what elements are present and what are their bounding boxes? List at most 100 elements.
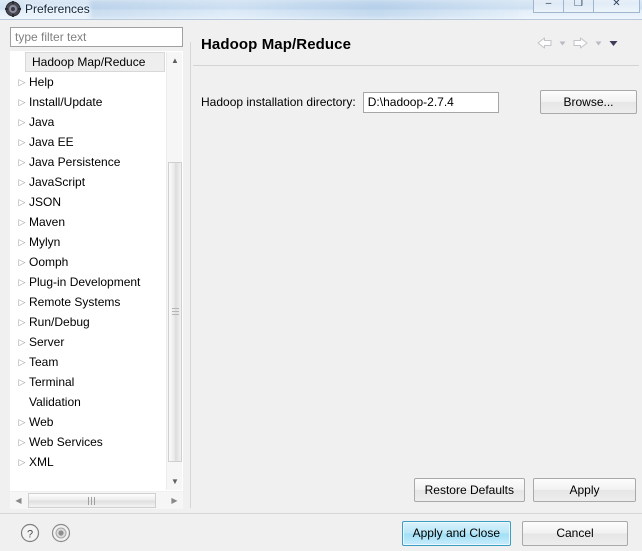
sidebar-item-label: Terminal	[29, 375, 75, 389]
hadoop-install-dir-field[interactable]	[362, 91, 499, 113]
scroll-right-arrow-icon[interactable]: ▶	[166, 492, 183, 509]
sidebar-item-plug-in-development[interactable]: ▷ Plug-in Development	[11, 272, 168, 292]
sidebar-item-mylyn[interactable]: ▷ Mylyn	[11, 232, 168, 252]
sidebar-item-maven[interactable]: ▷ Maven	[11, 212, 168, 232]
sidebar-item-java-persistence[interactable]: ▷ Java Persistence	[11, 152, 168, 172]
expand-arrow-icon[interactable]: ▷	[15, 352, 29, 372]
maximize-button[interactable]: ❐	[563, 0, 594, 13]
view-menu-caret-icon[interactable]	[608, 35, 618, 51]
back-dropdown-caret-icon[interactable]	[558, 35, 567, 51]
scrollbar-grip	[172, 308, 179, 316]
apply-button[interactable]: Apply	[533, 478, 636, 502]
close-button[interactable]: ✕	[593, 0, 640, 13]
sidebar-item-java-ee[interactable]: ▷ Java EE	[11, 132, 168, 152]
sidebar-item-json[interactable]: ▷ JSON	[11, 192, 168, 212]
hadoop-install-dir-row: Hadoop installation directory: Browse...	[201, 90, 637, 114]
sidebar-item-label: JSON	[29, 195, 62, 209]
expand-arrow-icon[interactable]: ▷	[15, 412, 29, 432]
close-glyph: ✕	[612, 0, 621, 9]
scroll-up-arrow-icon[interactable]: ▲	[167, 52, 182, 69]
vertical-scrollbar-thumb[interactable]	[168, 162, 182, 462]
dialog-footer: ? Apply and Close Cancel	[0, 514, 642, 551]
preferences-tree-items: Hadoop Map/Reduce ▷ Help ▷ Install/Update ▷ Ja…	[11, 52, 168, 490]
expand-arrow-icon[interactable]: ▷	[15, 172, 29, 192]
expand-arrow-icon[interactable]: ▷	[15, 452, 29, 472]
sidebar-item-label: Oomph	[29, 255, 69, 269]
sidebar-item-run-debug[interactable]: ▷ Run/Debug	[11, 312, 168, 332]
preferences-dialog-body: Hadoop Map/Reduce▷Help▷Install/Update▷Ja…	[0, 19, 642, 551]
horizontal-scrollbar-thumb[interactable]	[28, 493, 156, 508]
sidebar-item-label: Java Persistence	[29, 155, 121, 169]
sidebar-item-terminal[interactable]: ▷ Terminal	[11, 372, 168, 392]
expand-arrow-icon[interactable]: ▷	[15, 192, 29, 212]
back-arrow-icon[interactable]	[536, 35, 553, 51]
sidebar-item-label: Mylyn	[29, 235, 61, 249]
sidebar-item-xml[interactable]: ▷ XML	[11, 452, 168, 472]
sidebar-item-label: Help	[29, 75, 54, 89]
sidebar-item-label: Run/Debug	[29, 315, 90, 329]
expand-arrow-icon[interactable]: ▷	[15, 92, 29, 112]
expand-arrow-icon[interactable]: ▷	[15, 372, 29, 392]
record-circle-icon[interactable]	[50, 522, 72, 544]
footer-button-group: Apply and Close Cancel	[401, 521, 628, 546]
sidebar-item-label: Validation	[29, 395, 81, 409]
window-controls: – ❐ ✕	[533, 0, 640, 19]
preferences-icon	[5, 1, 21, 17]
sidebar-item-label: Team	[29, 355, 59, 369]
expand-arrow-icon[interactable]: ▷	[15, 112, 29, 132]
sidebar-item-label: Java EE	[29, 135, 74, 149]
sidebar-item-label: Server	[29, 335, 65, 349]
tree-vertical-scrollbar[interactable]: ▲ ▼	[166, 52, 182, 490]
sidebar-item-label: Install/Update	[29, 95, 103, 109]
expand-arrow-icon[interactable]: ▷	[15, 152, 29, 172]
expand-arrow-icon[interactable]: ▷	[15, 312, 29, 332]
preferences-page: Hadoop Map/Reduce Hadoop installation di…	[193, 23, 639, 508]
expand-arrow-icon[interactable]: ▷	[15, 292, 29, 312]
sidebar-item-team[interactable]: ▷ Team	[11, 352, 168, 372]
expand-arrow-icon[interactable]: ▷	[15, 272, 29, 292]
search-input[interactable]	[11, 28, 182, 46]
sidebar-item-server[interactable]: ▷ Server	[11, 332, 168, 352]
tree-horizontal-scrollbar[interactable]: ◀ ▶	[10, 492, 183, 509]
apply-and-close-button[interactable]: Apply and Close	[401, 521, 511, 546]
expand-arrow-icon[interactable]: ▷	[15, 212, 29, 232]
sidebar-item-web[interactable]: ▷ Web	[11, 412, 168, 432]
expand-arrow-icon[interactable]: ▷	[15, 72, 29, 92]
window-titlebar: Preferences – ❐ ✕	[0, 0, 642, 19]
page-title: Hadoop Map/Reduce	[201, 36, 352, 53]
window-title: Preferences	[25, 2, 90, 16]
sidebar-item-oomph[interactable]: ▷ Oomph	[11, 252, 168, 272]
sidebar-item-label: Maven	[29, 215, 66, 229]
sidebar-item-javascript[interactable]: ▷ JavaScript	[11, 172, 168, 192]
forward-arrow-icon[interactable]	[572, 35, 589, 51]
sidebar-item-label: Java	[29, 115, 55, 129]
expand-arrow-icon[interactable]: ▷	[15, 232, 29, 252]
page-title-separator	[193, 65, 639, 66]
sidebar-item-install-update[interactable]: ▷ Install/Update	[11, 92, 168, 112]
expand-arrow-icon[interactable]: ▷	[15, 332, 29, 352]
sidebar-item-validation[interactable]: ▷Validation	[11, 392, 168, 412]
hadoop-install-dir-input[interactable]	[363, 92, 498, 112]
browse-button[interactable]: Browse...	[540, 90, 637, 114]
scroll-left-arrow-icon[interactable]: ◀	[10, 492, 27, 509]
sidebar-item-remote-systems[interactable]: ▷ Remote Systems	[11, 292, 168, 312]
forward-dropdown-caret-icon[interactable]	[594, 35, 603, 51]
sidebar-item-help[interactable]: ▷ Help	[11, 72, 168, 92]
scroll-down-arrow-icon[interactable]: ▼	[167, 473, 182, 490]
filter-box[interactable]	[10, 27, 183, 47]
sidebar-item-hadoop-map-reduce[interactable]: Hadoop Map/Reduce	[25, 52, 165, 72]
restore-defaults-button[interactable]: Restore Defaults	[413, 478, 525, 502]
sidebar-item-web-services[interactable]: ▷ Web Services	[11, 432, 168, 452]
minimize-button[interactable]: –	[533, 0, 564, 13]
expand-arrow-icon[interactable]: ▷	[15, 432, 29, 452]
preferences-tree[interactable]: Hadoop Map/Reduce ▷ Help ▷ Install/Update ▷ Ja…	[10, 51, 183, 491]
expand-arrow-icon[interactable]: ▷	[15, 252, 29, 272]
page-navigation	[536, 35, 618, 51]
cancel-button[interactable]: Cancel	[522, 521, 628, 546]
expand-arrow-icon[interactable]: ▷	[15, 132, 29, 152]
sidebar-item-java[interactable]: ▷ Java	[11, 112, 168, 132]
footer-icon-group: ?	[19, 522, 72, 544]
question-mark-icon[interactable]: ?	[19, 522, 41, 544]
sidebar-item-label: XML	[29, 455, 54, 469]
svg-text:?: ?	[27, 529, 33, 541]
